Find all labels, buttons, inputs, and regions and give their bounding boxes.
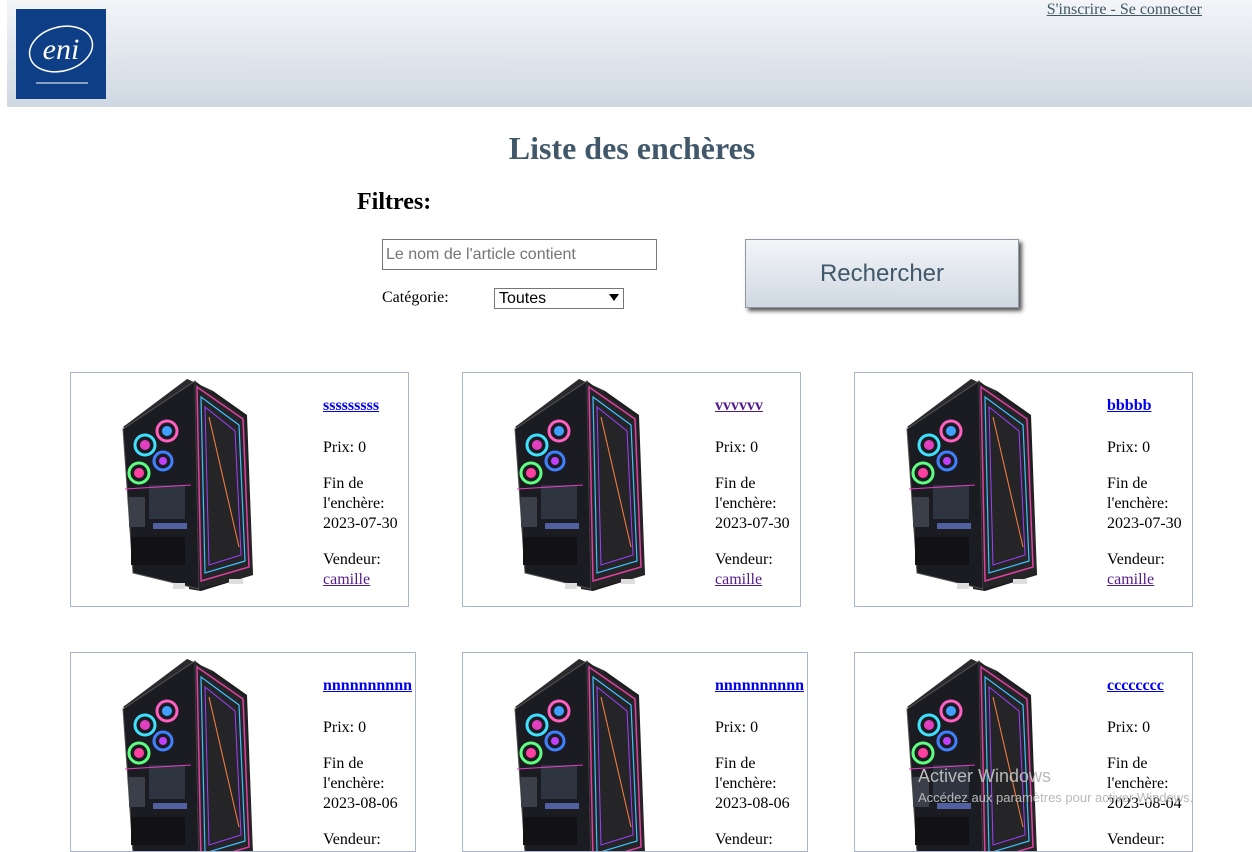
auction-end: Fin de l'enchère: 2023-07-30	[323, 475, 398, 532]
auction-seller-link[interactable]: camille	[323, 571, 370, 588]
gaming-pc-tower-icon	[893, 657, 1039, 852]
auction-seller-label: Vendeur:	[1107, 831, 1165, 848]
auction-price: Prix: 0	[715, 719, 759, 736]
auction-title-link[interactable]: cccccccc	[1107, 676, 1182, 696]
gaming-pc-tower-icon	[893, 377, 1039, 593]
category-label: Catégorie:	[382, 289, 449, 306]
auction-seller-label: Vendeur:	[1107, 551, 1165, 568]
auction-card: vvvvvv Prix: 0 Fin de l'enchère: 2023-07-3…	[462, 372, 801, 607]
auction-price: Prix: 0	[323, 719, 367, 736]
chevron-down-icon	[609, 294, 619, 301]
auction-end-date: 2023-08-06	[323, 795, 398, 812]
auction-end: Fin de l'enchère: 2023-08-04	[1107, 755, 1182, 812]
auction-end: Fin de l'enchère: 2023-08-06	[715, 755, 790, 812]
auction-seller-link[interactable]: camille	[1107, 571, 1154, 588]
auction-info: sssssssss Prix: 0 Fin de l'enchère: 2023-0…	[323, 396, 398, 590]
auction-card: cccccccc Prix: 0 Fin de l'enchère: 2023-08…	[854, 652, 1193, 852]
auction-card: sssssssss Prix: 0 Fin de l'enchère: 2023-0…	[70, 372, 409, 607]
signup-login-link[interactable]: S'inscrire - Se connecter	[1047, 1, 1202, 19]
auction-info: cccccccc Prix: 0 Fin de l'enchère: 2023-08…	[1107, 676, 1182, 850]
page-title: Liste des enchères	[508, 130, 756, 166]
auction-card: nnnnnnnnnn Prix: 0 Fin de l'enchère: 2023-…	[462, 652, 808, 852]
auction-info: bbbbb Prix: 0 Fin de l'enchère: 2023-07-30…	[1107, 396, 1182, 590]
gaming-pc-tower-icon	[501, 657, 647, 852]
auction-title-link[interactable]: bbbbb	[1107, 396, 1182, 416]
filters-title: Filtres:	[357, 189, 432, 215]
auction-end-date: 2023-08-04	[1107, 795, 1182, 812]
auction-seller-label: Vendeur:	[323, 551, 381, 568]
auction-seller-label: Vendeur:	[323, 831, 381, 848]
auction-price: Prix: 0	[323, 439, 367, 456]
auction-info: vvvvvv Prix: 0 Fin de l'enchère: 2023-07-3…	[715, 396, 790, 590]
auction-price: Prix: 0	[1107, 719, 1151, 736]
auction-end: Fin de l'enchère: 2023-07-30	[1107, 475, 1182, 532]
auction-title-link[interactable]: vvvvvv	[715, 396, 790, 416]
auction-info: nnnnnnnnnn Prix: 0 Fin de l'enchère: 2023-…	[715, 676, 804, 850]
gaming-pc-tower-icon	[109, 657, 255, 852]
auction-seller-label: Vendeur:	[715, 831, 773, 848]
auction-card: nnnnnnnnnn Prix: 0 Fin de l'enchère: 2023-…	[70, 652, 416, 852]
logo-text: eni	[43, 33, 80, 66]
eni-logo[interactable]: eni	[16, 9, 106, 99]
auction-end-date: 2023-07-30	[1107, 515, 1182, 532]
auction-title-link[interactable]: nnnnnnnnnn	[715, 676, 804, 696]
gaming-pc-tower-icon	[109, 377, 255, 593]
auction-seller-label: Vendeur:	[715, 551, 773, 568]
search-button[interactable]: Rechercher	[745, 239, 1019, 308]
auction-price: Prix: 0	[715, 439, 759, 456]
auction-title-link[interactable]: nnnnnnnnnn	[323, 676, 412, 696]
gaming-pc-tower-icon	[501, 377, 647, 593]
auction-card: bbbbb Prix: 0 Fin de l'enchère: 2023-07-30…	[854, 372, 1193, 607]
category-selected-value: Toutes	[499, 290, 547, 307]
auction-end-date: 2023-07-30	[323, 515, 398, 532]
eni-logo-icon: eni	[28, 25, 94, 84]
auction-title-link[interactable]: sssssssss	[323, 396, 398, 416]
auction-seller-link[interactable]: camille	[715, 571, 762, 588]
auction-price: Prix: 0	[1107, 439, 1151, 456]
auction-end-date: 2023-08-06	[715, 795, 790, 812]
search-input[interactable]	[382, 239, 657, 270]
site-header: eni S'inscrire - Se connecter	[7, 0, 1252, 107]
auction-end-date: 2023-07-30	[715, 515, 790, 532]
auction-end: Fin de l'enchère: 2023-08-06	[323, 755, 398, 812]
auction-info: nnnnnnnnnn Prix: 0 Fin de l'enchère: 2023-…	[323, 676, 412, 850]
category-select[interactable]: Toutes	[494, 288, 624, 309]
auction-end: Fin de l'enchère: 2023-07-30	[715, 475, 790, 532]
